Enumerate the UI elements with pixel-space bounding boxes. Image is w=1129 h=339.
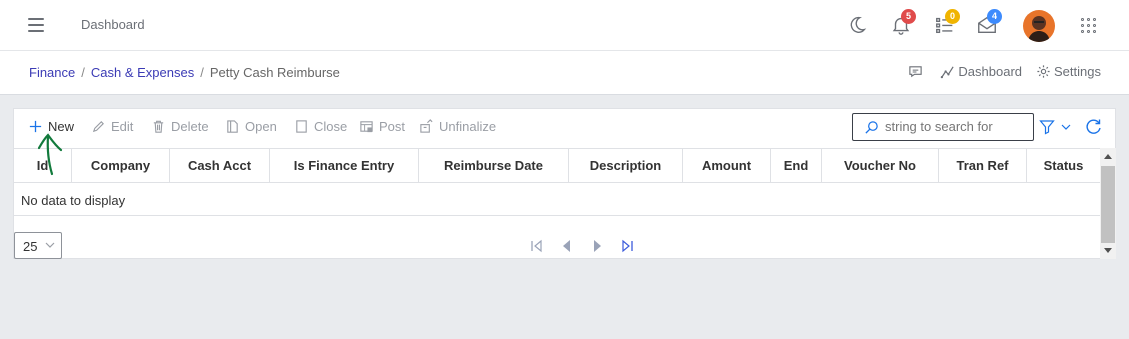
gear-icon	[1037, 65, 1050, 78]
row-divider	[14, 215, 1100, 216]
breadcrumb: Finance / Cash & Expenses / Petty Cash Reimb…	[29, 65, 340, 80]
prev-page-icon[interactable]	[560, 239, 574, 253]
edit-button[interactable]: Edit	[91, 119, 133, 134]
post-button[interactable]: Post	[359, 119, 405, 134]
notifications-bell-icon[interactable]: 5	[890, 9, 916, 36]
vertical-scrollbar[interactable]	[1100, 148, 1116, 259]
refresh-icon	[1086, 119, 1101, 134]
settings-link[interactable]: Settings	[1036, 64, 1101, 79]
first-page-icon[interactable]	[530, 239, 544, 253]
breadcrumb-separator: /	[81, 65, 85, 80]
chevron-down-icon	[1061, 124, 1071, 130]
empty-message: No data to display	[21, 193, 126, 208]
top-bar: Dashboard 5 0 4	[0, 0, 1129, 51]
close-button[interactable]: Close	[294, 119, 347, 134]
grid-panel: New Edit Delete Open Close Post Unfinali…	[13, 108, 1116, 259]
dashboard-link-label: Dashboard	[958, 64, 1023, 79]
moon-icon[interactable]	[846, 14, 868, 36]
scroll-thumb[interactable]	[1101, 166, 1115, 243]
column-header-cash-acct[interactable]: Cash Acct	[170, 149, 270, 182]
pager	[530, 239, 650, 253]
new-button-label: New	[48, 119, 75, 134]
unfinalize-button-label: Unfinalize	[439, 119, 497, 134]
open-button[interactable]: Open	[225, 119, 277, 134]
column-header-company[interactable]: Company	[72, 149, 170, 182]
breadcrumb-cash-expenses[interactable]: Cash & Expenses	[91, 65, 194, 80]
post-icon	[360, 121, 373, 133]
chart-line-icon	[941, 66, 955, 79]
menu-icon[interactable]	[28, 18, 44, 32]
scroll-down-arrow[interactable]	[1104, 248, 1112, 253]
plus-icon	[29, 120, 42, 133]
open-button-label: Open	[245, 119, 277, 134]
edit-button-label: Edit	[111, 119, 134, 134]
mail-icon[interactable]: 4	[976, 9, 1002, 36]
search-input[interactable]	[885, 119, 1029, 134]
breadcrumb-separator: /	[200, 65, 204, 80]
column-header-status[interactable]: Status	[1027, 149, 1100, 182]
pencil-icon	[92, 121, 104, 133]
column-header-reimburse-date[interactable]: Reimburse Date	[419, 149, 569, 182]
column-header-is-finance-entry[interactable]: Is Finance Entry	[270, 149, 419, 182]
unfinalize-button[interactable]: Unfinalize	[419, 119, 496, 134]
breadcrumb-bar: Finance / Cash & Expenses / Petty Cash Reimb…	[0, 51, 1129, 95]
breadcrumb-finance[interactable]: Finance	[29, 65, 75, 80]
column-header-tran-ref[interactable]: Tran Ref	[939, 149, 1027, 182]
column-header-voucher-no[interactable]: Voucher No	[822, 149, 939, 182]
close-doc-icon	[296, 120, 307, 133]
post-button-label: Post	[379, 119, 406, 134]
page-size-select[interactable]: 25	[14, 232, 62, 259]
search-icon	[865, 121, 878, 134]
dashboard-link[interactable]: Dashboard	[940, 64, 1022, 79]
user-avatar[interactable]	[1023, 10, 1055, 42]
page-actions: Dashboard Settings	[894, 64, 1101, 79]
new-button[interactable]: New	[28, 119, 74, 134]
close-button-label: Close	[314, 119, 348, 134]
column-header-end[interactable]: End	[771, 149, 822, 182]
apps-grid-icon[interactable]	[1081, 18, 1099, 36]
filter-icon	[1039, 120, 1055, 135]
toolbar: New Edit Delete Open Close Post Unfinali…	[14, 109, 1115, 147]
trash-icon	[153, 120, 164, 133]
open-book-icon	[227, 120, 238, 133]
search-box[interactable]	[852, 113, 1034, 141]
table-header: Id Company Cash Acct Is Finance Entry Re…	[14, 148, 1100, 183]
scroll-up-arrow[interactable]	[1104, 154, 1112, 159]
comments-button[interactable]	[908, 64, 926, 79]
next-page-icon[interactable]	[590, 239, 604, 253]
delete-button[interactable]: Delete	[151, 119, 209, 134]
messages-badge: 4	[987, 9, 1002, 24]
page-size-value: 25	[23, 239, 38, 254]
settings-link-label: Settings	[1054, 64, 1101, 79]
column-header-description[interactable]: Description	[569, 149, 683, 182]
filter-button[interactable]	[1039, 119, 1079, 135]
unfinalize-icon	[420, 119, 433, 133]
chevron-down-icon	[45, 242, 55, 248]
notifications-badge: 5	[901, 9, 916, 24]
delete-button-label: Delete	[171, 119, 209, 134]
app-title: Dashboard	[81, 17, 145, 32]
column-header-amount[interactable]: Amount	[683, 149, 771, 182]
tasks-icon[interactable]: 0	[934, 9, 960, 36]
comment-icon	[909, 66, 923, 78]
column-header-id[interactable]: Id	[14, 149, 72, 182]
last-page-icon[interactable]	[620, 239, 634, 253]
refresh-button[interactable]	[1085, 118, 1103, 136]
breadcrumb-current: Petty Cash Reimburse	[209, 65, 340, 80]
tasks-badge: 0	[945, 9, 960, 24]
